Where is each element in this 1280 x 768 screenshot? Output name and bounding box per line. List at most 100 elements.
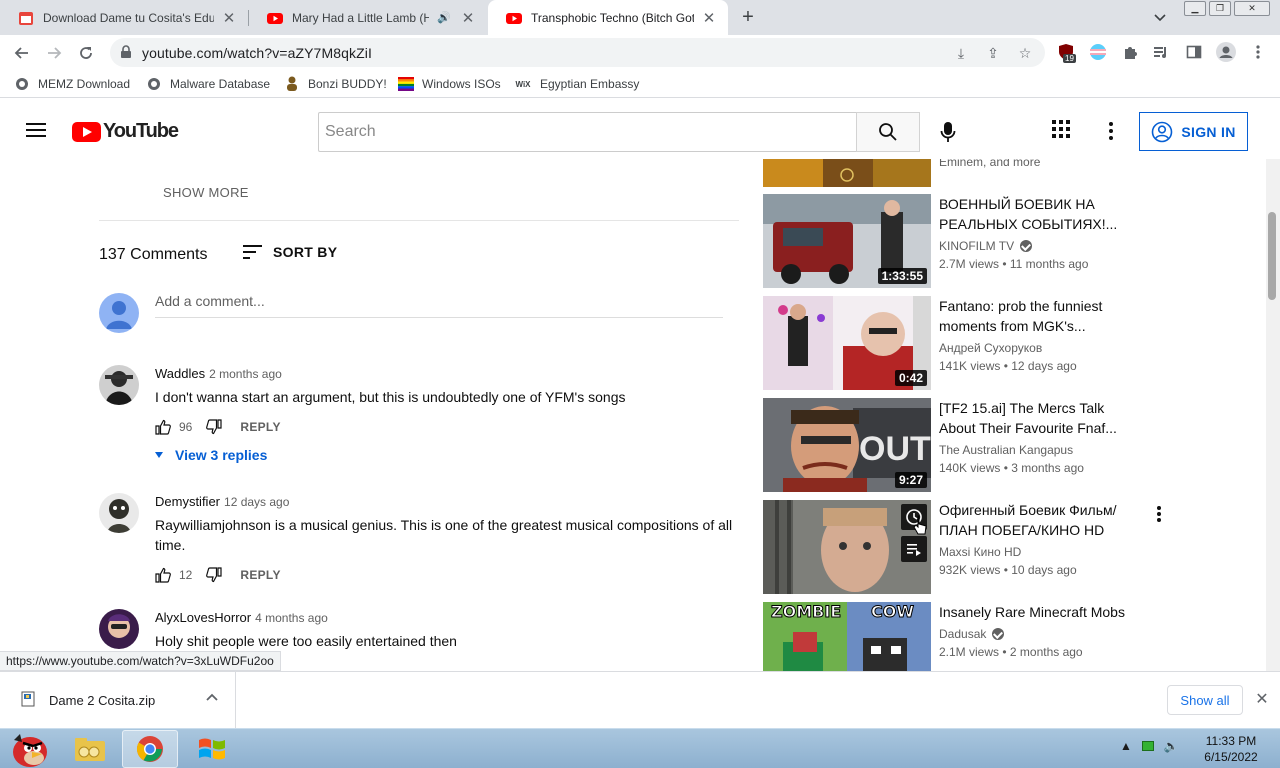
channel-name[interactable]: Eminem, and more — [939, 159, 1040, 169]
tab-search-chevron-icon[interactable] — [1150, 8, 1170, 28]
channel-name[interactable]: KINOFILM TV — [939, 239, 1033, 253]
comment-author-name[interactable]: AlyxLovesHorror — [155, 610, 251, 625]
network-icon[interactable] — [1141, 741, 1154, 751]
guide-menu-icon[interactable] — [26, 123, 46, 137]
comment-time[interactable]: 4 months ago — [255, 611, 328, 625]
bookmark-memz-download[interactable]: MEMZ Download — [14, 75, 130, 93]
comment-author-name[interactable]: Waddles — [155, 366, 205, 381]
audio-playing-icon[interactable]: 🔊 — [435, 9, 453, 27]
video-thumbnail[interactable]: 0:42 — [763, 296, 931, 390]
download-file-name[interactable]: Dame 2 Cosita.zip — [49, 693, 155, 708]
scrollbar-thumb[interactable] — [1268, 212, 1276, 300]
reply-button[interactable]: REPLY — [240, 568, 280, 582]
show-all-downloads-button[interactable]: Show all — [1167, 685, 1243, 715]
comment-author[interactable]: Demystifier 12 days ago — [155, 494, 289, 509]
comment-author[interactable]: Waddles 2 months ago — [155, 366, 282, 381]
bookmark-star-icon[interactable]: ☆ — [1016, 44, 1034, 62]
tab-dame-tu-cosita[interactable]: Download Dame tu Cosita's Educ ✕ — [0, 0, 248, 35]
bookmark-bonzi-buddy[interactable]: Bonzi BUDDY! — [284, 75, 387, 93]
search-button[interactable] — [856, 112, 920, 152]
bookmark-egyptian-embassy[interactable]: WiX Egyptian Embassy — [514, 75, 639, 93]
channel-name-text[interactable]: Dadusak — [939, 627, 986, 641]
related-video[interactable]: OUT 9:27 [TF2 15.ai] The Mercs Talk Abou… — [763, 398, 1263, 492]
channel-name[interactable]: Dadusak — [939, 627, 1005, 641]
sign-in-button[interactable]: SIGN IN — [1139, 112, 1248, 151]
channel-name-text[interactable]: Eminem, and more — [939, 159, 1040, 169]
add-to-queue-icon[interactable] — [901, 536, 927, 562]
bookmark-malware-database[interactable]: Malware Database — [146, 75, 270, 93]
new-tab-button[interactable]: + — [736, 5, 760, 29]
related-video[interactable]: ZOMBIE COW Insanely Rare Minecraft Mobs … — [763, 602, 1263, 671]
chevron-up-icon[interactable] — [205, 691, 219, 705]
reload-button[interactable] — [73, 40, 99, 66]
video-thumbnail[interactable] — [763, 500, 931, 594]
voice-search-button[interactable] — [934, 118, 962, 146]
flag-extension-icon[interactable] — [1089, 43, 1107, 61]
add-comment-input[interactable]: Add a comment... — [155, 293, 265, 309]
close-tab-icon[interactable]: ✕ — [220, 9, 238, 27]
video-thumbnail[interactable] — [763, 159, 931, 187]
channel-name[interactable]: Андрей Сухоруков — [939, 341, 1042, 355]
related-video[interactable]: 0:42 Fantano: prob the funniest moments … — [763, 296, 1263, 390]
volume-icon[interactable]: 🔈 — [1164, 739, 1179, 753]
video-title[interactable]: Fantano: prob the funniest moments from … — [939, 296, 1139, 336]
minimize-window-button[interactable]: ▁ — [1184, 1, 1206, 16]
view-replies-button[interactable]: View 3 replies — [155, 447, 267, 463]
video-action-menu-icon[interactable] — [1151, 504, 1167, 524]
download-item[interactable]: Dame 2 Cosita.zip — [0, 672, 236, 728]
close-window-button[interactable]: ✕ — [1234, 1, 1270, 16]
address-bar[interactable]: youtube.com/watch?v=aZY7M8qkZiI ⤓ ⇪ ☆ — [110, 38, 1045, 67]
channel-name[interactable]: Maxsi Кино HD — [939, 545, 1021, 559]
close-tab-icon[interactable]: ✕ — [700, 9, 718, 27]
thumbs-down-icon[interactable] — [206, 567, 222, 583]
video-title[interactable]: [TF2 15.ai] The Mercs Talk About Their F… — [939, 398, 1139, 438]
comment-avatar[interactable] — [99, 365, 139, 405]
comment-avatar[interactable] — [99, 493, 139, 533]
video-title[interactable]: ВОЕННЫЙ БОЕВИК НА РЕАЛЬНЫХ СОБЫТИЯХ!... — [939, 194, 1139, 234]
thumbs-down-icon[interactable] — [206, 419, 222, 435]
restore-window-button[interactable]: ❐ — [1209, 1, 1231, 16]
start-button-angry-bird-icon[interactable] — [0, 730, 56, 768]
youtube-apps-icon[interactable] — [1052, 120, 1074, 142]
thumbs-up-icon[interactable] — [155, 419, 171, 435]
tab-transphobic-techno[interactable]: Transphobic Techno (Bitch Got A ✕ — [488, 0, 728, 35]
taskbar-clock[interactable]: 11:33 PM 6/15/2022 — [1196, 733, 1266, 765]
chrome-taskbar-icon[interactable] — [122, 730, 178, 768]
related-video[interactable]: Eminem, and more — [763, 159, 1263, 187]
install-app-icon[interactable]: ⤓ — [952, 44, 970, 62]
settings-more-icon[interactable] — [1100, 120, 1122, 142]
channel-name-text[interactable]: Maxsi Кино HD — [939, 545, 1021, 559]
thumbs-up-icon[interactable] — [155, 567, 171, 583]
related-video[interactable]: 1:33:55 ВОЕННЫЙ БОЕВИК НА РЕАЛЬНЫХ СОБЫТ… — [763, 194, 1263, 288]
tab-mary-had-a-little-lamb[interactable]: Mary Had a Little Lamb (His 🔊 ✕ — [249, 0, 487, 35]
video-title[interactable]: Insanely Rare Minecraft Mobs — [939, 602, 1149, 622]
video-thumbnail[interactable]: 1:33:55 — [763, 194, 931, 288]
forward-button[interactable] — [41, 40, 67, 66]
comment-author-name[interactable]: Demystifier — [155, 494, 220, 509]
close-download-shelf-icon[interactable]: ✕ — [1254, 691, 1270, 708]
reply-button[interactable]: REPLY — [240, 420, 280, 434]
channel-name[interactable]: The Australian Kangapus — [939, 443, 1073, 457]
back-button[interactable] — [9, 40, 35, 66]
profile-avatar-icon[interactable] — [1216, 42, 1236, 62]
comment-author[interactable]: AlyxLovesHorror 4 months ago — [155, 610, 328, 625]
channel-name-text[interactable]: KINOFILM TV — [939, 239, 1014, 253]
chrome-menu-icon[interactable] — [1249, 43, 1267, 61]
show-more-button[interactable]: SHOW MORE — [163, 185, 249, 200]
search-input[interactable] — [318, 112, 857, 152]
windows-flag-taskbar-icon[interactable] — [184, 730, 240, 768]
comment-time[interactable]: 2 months ago — [209, 367, 282, 381]
close-tab-icon[interactable]: ✕ — [459, 9, 477, 27]
video-thumbnail[interactable]: ZOMBIE COW — [763, 602, 931, 671]
channel-name-text[interactable]: The Australian Kangapus — [939, 443, 1073, 457]
comment-avatar[interactable] — [99, 609, 139, 649]
comment-time[interactable]: 12 days ago — [224, 495, 289, 509]
video-title[interactable]: Офигенный Боевик Фильм/ ПЛАН ПОБЕГА/КИНО… — [939, 500, 1139, 540]
media-control-icon[interactable] — [1152, 43, 1170, 61]
tray-overflow-icon[interactable]: ▲ — [1120, 739, 1132, 753]
file-explorer-taskbar-icon[interactable] — [62, 730, 118, 768]
side-panel-icon[interactable] — [1185, 43, 1203, 61]
video-thumbnail[interactable]: OUT 9:27 — [763, 398, 931, 492]
channel-name-text[interactable]: Андрей Сухоруков — [939, 341, 1042, 355]
bookmark-windows-isos[interactable]: Windows ISOs — [398, 75, 501, 93]
